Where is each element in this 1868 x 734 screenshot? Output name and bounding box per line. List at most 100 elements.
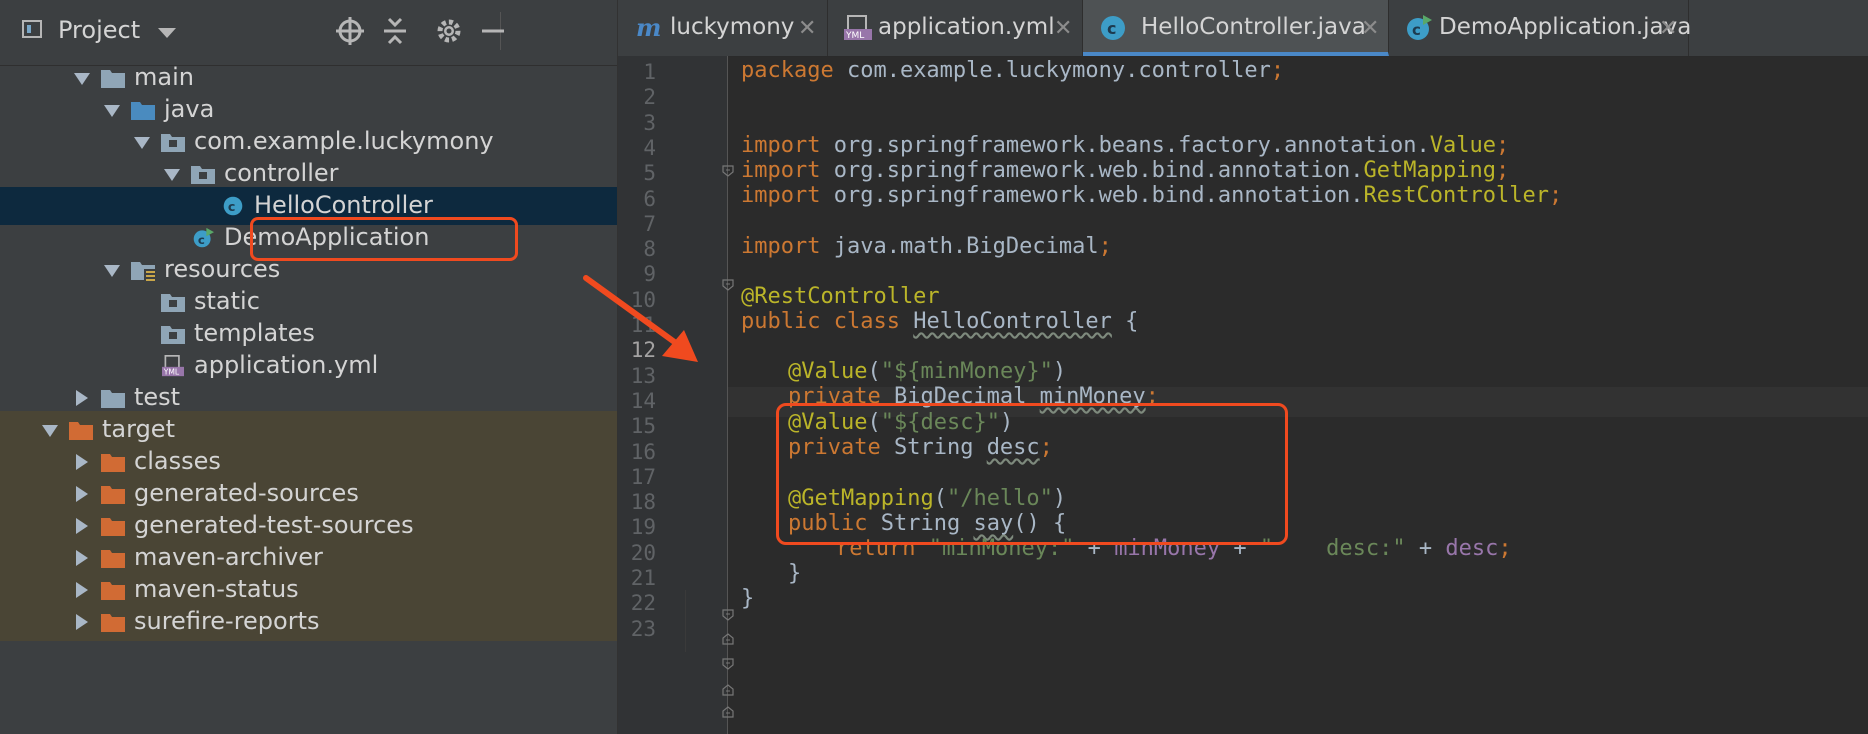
folder-excluded-icon <box>100 579 126 600</box>
fold-marker-icon[interactable] <box>722 681 734 696</box>
hellocontroller-highlight-box <box>250 217 518 261</box>
expand-arrow-icon[interactable] <box>134 137 150 149</box>
code-line-21[interactable]: } <box>788 561 801 586</box>
chevron-down-icon[interactable] <box>158 28 176 38</box>
semicolon: ; <box>1498 536 1512 561</box>
closing-brace: } <box>788 561 802 586</box>
import-path: java.math.BigDecimal <box>820 234 1099 259</box>
code-line-13[interactable]: @Value("${minMoney}") <box>788 359 1066 384</box>
java-main-class-icon: c <box>190 227 216 248</box>
code-line-4[interactable]: import org.springframework.beans.factory… <box>741 133 1509 158</box>
collapse-arrow-icon[interactable] <box>76 454 88 470</box>
collapse-arrow-icon[interactable] <box>76 582 88 598</box>
folder-source-icon <box>130 99 156 120</box>
semicolon: ; <box>1098 234 1112 259</box>
package-icon <box>160 323 186 344</box>
keyword: import <box>741 133 821 158</box>
code-line-8[interactable]: import java.math.BigDecimal; <box>741 234 1112 259</box>
tree-item-label: java <box>164 95 215 123</box>
package-icon <box>190 163 216 184</box>
svg-text:c: c <box>228 199 236 214</box>
tree-item-label: classes <box>134 447 221 475</box>
minimize-icon[interactable] <box>476 14 510 48</box>
expand-arrow-icon[interactable] <box>104 265 120 277</box>
import-class: RestController <box>1363 183 1549 208</box>
closing-brace: } <box>741 586 755 611</box>
value-fields-highlight-box <box>776 403 1288 545</box>
folder-excluded-icon <box>100 483 126 504</box>
fold-marker-icon[interactable] <box>722 606 734 621</box>
collapse-arrow-icon[interactable] <box>76 390 88 406</box>
folder-excluded-icon <box>100 451 126 472</box>
expand-arrow-icon[interactable] <box>42 425 58 437</box>
tree-item-surefire-reports[interactable]: surefire-reports <box>0 603 617 641</box>
code-line-10[interactable]: @RestController <box>741 284 940 309</box>
keyword: public class <box>741 309 900 334</box>
brace: { <box>1111 309 1139 334</box>
collapse-arrow-icon[interactable] <box>76 518 88 534</box>
class-name: HelloController <box>913 309 1112 334</box>
folder-excluded-icon <box>68 419 94 440</box>
tree-item-label: main <box>134 63 194 91</box>
collapse-all-icon[interactable] <box>378 14 412 48</box>
import-class: Value <box>1429 133 1496 158</box>
folder-icon <box>100 67 126 88</box>
indent-guide <box>685 590 686 652</box>
project-tool-window: srcmainjavacom.example.luckymonycontroll… <box>0 0 618 734</box>
annotation: @Value <box>788 359 868 384</box>
tree-item-label: HelloController <box>254 191 433 219</box>
paren: ) <box>1052 359 1067 384</box>
locate-crosshair-icon[interactable] <box>333 14 367 48</box>
yml-file-icon: YML <box>160 355 186 376</box>
semicolon: ; <box>1270 58 1285 83</box>
pointer-arrow-icon <box>583 275 698 362</box>
fold-marker-icon[interactable] <box>722 703 734 718</box>
expand-arrow-icon[interactable] <box>74 73 90 85</box>
tree-item-label: application.yml <box>194 351 379 379</box>
code-text[interactable]: package com.example.luckymony.controller… <box>618 0 1868 734</box>
fold-marker-icon[interactable] <box>722 630 734 645</box>
folder-excluded-icon <box>100 611 126 632</box>
code-line-6[interactable]: import org.springframework.web.bind.anno… <box>741 183 1562 208</box>
fold-marker-icon[interactable] <box>722 162 734 177</box>
tree-item-label: surefire-reports <box>134 607 320 635</box>
field-ref: desc <box>1445 536 1499 561</box>
tree-item-label: generated-sources <box>134 479 359 507</box>
code-line-11[interactable]: public class HelloController { <box>741 309 1138 334</box>
fold-marker-icon[interactable] <box>722 276 734 291</box>
gear-icon[interactable] <box>432 14 466 48</box>
import-path: org.springframework.web.bind.annotation. <box>820 158 1364 183</box>
tree-item-label: generated-test-sources <box>134 511 414 539</box>
fold-marker-icon[interactable] <box>722 655 734 670</box>
keyword: import <box>741 234 821 259</box>
tree-item-label: com.example.luckymony <box>194 127 494 155</box>
expand-arrow-icon[interactable] <box>104 105 120 117</box>
folder-icon <box>100 387 126 408</box>
svg-text:YML: YML <box>163 367 180 376</box>
package-name: com.example.luckymony.controller <box>833 58 1271 83</box>
folder-resources-icon <box>130 259 156 281</box>
project-view-selector[interactable]: Project <box>58 16 140 44</box>
code-line-22[interactable]: } <box>741 586 754 611</box>
tree-item-label: test <box>134 383 181 411</box>
java-class-icon: c <box>220 195 246 216</box>
tree-item-label: maven-archiver <box>134 543 323 571</box>
collapse-arrow-icon[interactable] <box>76 550 88 566</box>
operator: + <box>1405 536 1446 561</box>
collapse-arrow-icon[interactable] <box>76 614 88 630</box>
folder-excluded-icon <box>100 515 126 536</box>
tree-item-label: maven-status <box>134 575 299 603</box>
expand-arrow-icon[interactable] <box>164 169 180 181</box>
string-literal: "${minMoney}" <box>880 359 1053 384</box>
package-icon <box>160 131 186 152</box>
code-line-1[interactable]: package com.example.luckymony.controller… <box>741 58 1284 83</box>
semicolon: ; <box>1496 158 1510 183</box>
import-path: org.springframework.beans.factory.annota… <box>820 133 1430 158</box>
tree-item-label: controller <box>224 159 339 187</box>
code-line-5[interactable]: import org.springframework.web.bind.anno… <box>741 158 1509 183</box>
collapse-arrow-icon[interactable] <box>76 486 88 502</box>
svg-text:c: c <box>198 233 205 247</box>
paren: ( <box>867 359 881 384</box>
tree-item-label: templates <box>194 319 315 347</box>
